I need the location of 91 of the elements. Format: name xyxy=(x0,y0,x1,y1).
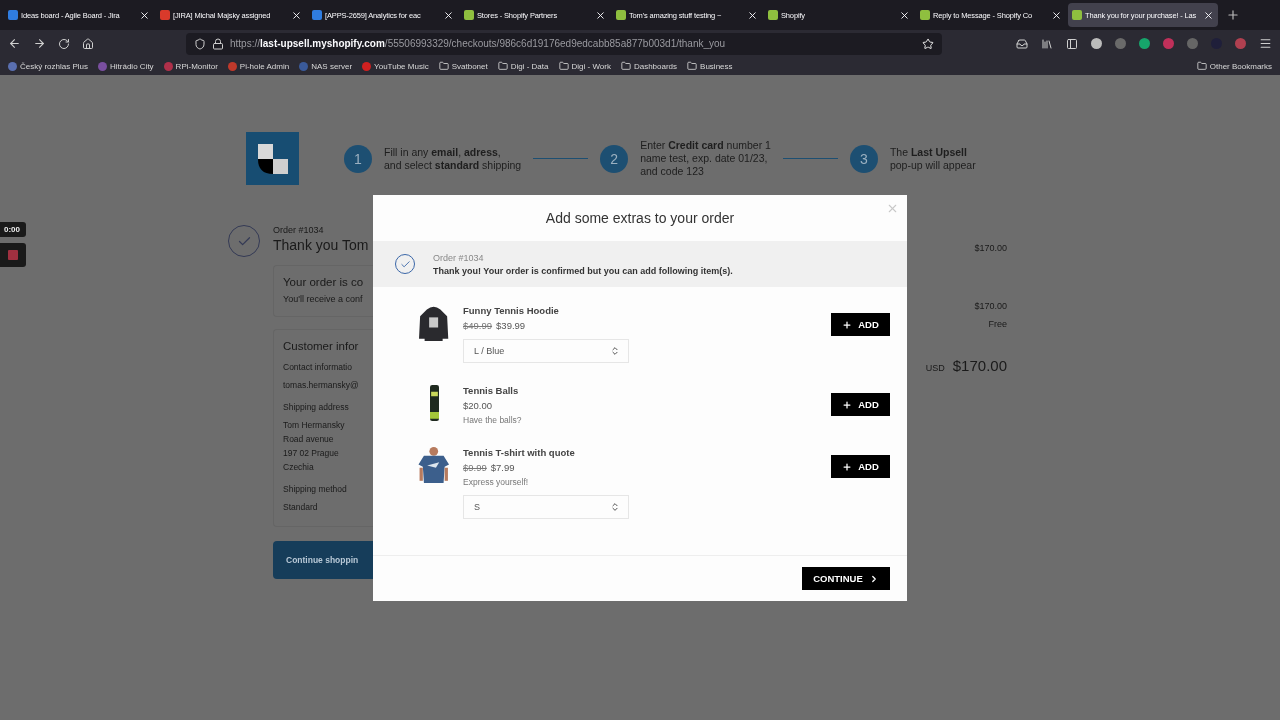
total-amount: $170.00 xyxy=(952,357,1007,374)
bookmark[interactable]: RPi-Monitor xyxy=(163,61,218,71)
close-icon[interactable] xyxy=(1051,9,1062,21)
folder-icon xyxy=(620,61,631,71)
bookmark[interactable]: Other Bookmarks xyxy=(1196,61,1272,71)
lock-icon xyxy=(212,37,224,50)
close-icon[interactable] xyxy=(139,9,150,21)
order-number: Order #1034 xyxy=(273,225,325,235)
recording-timer: 0:00 xyxy=(0,222,26,237)
shield-icon xyxy=(194,37,206,50)
tray-icon[interactable] xyxy=(1016,37,1028,50)
step-number: 3 xyxy=(849,144,878,173)
step-text: The Last Upsell pop-up will appear xyxy=(889,145,976,172)
add-button[interactable]: ADD xyxy=(831,455,890,478)
extension-icon[interactable] xyxy=(1091,38,1102,49)
stop-button[interactable] xyxy=(0,243,26,267)
section-text: Standard xyxy=(283,501,319,514)
bookmark[interactable]: Svatbonet xyxy=(438,61,488,71)
folder-icon xyxy=(1196,61,1207,71)
variant-select[interactable]: L / Blue xyxy=(463,339,629,363)
product-name: Tennis T-shirt with quote xyxy=(463,447,576,458)
bookmark[interactable]: Digi - Work xyxy=(558,61,611,71)
card-title: Your order is co xyxy=(283,276,365,288)
folder-icon xyxy=(438,61,449,71)
product-name: Funny Tennis Hoodie xyxy=(463,305,560,316)
bookmark[interactable]: Český rozhlas Plus xyxy=(8,61,89,71)
select-arrows-icon xyxy=(610,502,620,512)
product-description: Have the balls? xyxy=(463,415,523,425)
variant-select[interactable]: S xyxy=(463,495,629,519)
continue-button[interactable]: CONTINUE xyxy=(802,567,890,590)
bookmark[interactable]: Dashboards xyxy=(620,61,678,71)
card-title: Customer infor xyxy=(283,340,360,352)
summary-amount: $170.00 xyxy=(974,243,1007,253)
dialog-title: Add some extras to your order xyxy=(545,210,735,226)
add-button[interactable]: ADD xyxy=(831,313,890,336)
logo-icon xyxy=(246,132,299,185)
product-price: $20.00 xyxy=(463,400,493,411)
close-icon[interactable] xyxy=(899,9,910,21)
address-bar[interactable]: https://last-upsell.myshopify.com/55506993329/checkouts/986c6d19176ed9edcabb85a877b003d1/thank_you xyxy=(186,32,942,55)
home-icon[interactable] xyxy=(82,37,94,50)
star-icon[interactable] xyxy=(922,37,934,50)
step-number: 2 xyxy=(600,144,629,173)
sidebar-icon[interactable] xyxy=(1066,37,1078,50)
step-text: Fill in any email, adress, and select standard shipping xyxy=(384,145,522,172)
bookmark[interactable]: Pi-hole Admin xyxy=(227,61,290,71)
plus-icon xyxy=(842,399,853,410)
section-text: tomas.hermansky@ xyxy=(283,379,360,392)
card-text: You'll receive a conf xyxy=(283,294,364,304)
folder-icon xyxy=(497,61,508,71)
bookmark[interactable]: YouTube Music xyxy=(362,61,429,71)
summary-amount: Free xyxy=(988,319,1007,329)
currency: USD xyxy=(925,363,945,373)
section-label: Shipping address xyxy=(283,402,350,412)
product-price: $7.99 xyxy=(490,462,515,473)
bookmark[interactable]: Digi - Data xyxy=(497,61,549,71)
menu-icon[interactable] xyxy=(1259,37,1272,50)
product-price: $39.99 xyxy=(496,320,526,331)
close-icon[interactable] xyxy=(747,9,758,21)
old-price: $49.99 xyxy=(463,320,493,331)
close-icon[interactable] xyxy=(291,9,302,21)
new-tab-icon[interactable] xyxy=(1226,8,1240,22)
back-icon[interactable] xyxy=(8,37,21,50)
section-text: Tom Hermansky Road avenue 197 02 Prague Czechia xyxy=(283,419,346,474)
plus-icon xyxy=(842,319,853,330)
summary-amount: $170.00 xyxy=(974,301,1007,311)
reload-icon[interactable] xyxy=(58,37,70,50)
old-price: $9.99 xyxy=(463,462,487,473)
page-heading: Thank you Tom xyxy=(273,237,370,253)
folder-icon xyxy=(687,61,698,71)
forward-icon[interactable] xyxy=(33,37,46,50)
library-icon[interactable] xyxy=(1041,37,1053,50)
extension-icon[interactable] xyxy=(1139,38,1150,49)
folder-icon xyxy=(558,61,569,71)
confirmation-message: Thank you! Your order is confirmed but you can add following item(s). xyxy=(433,265,733,276)
section-label: Shipping method xyxy=(283,484,348,494)
product-description: Express yourself! xyxy=(463,477,530,487)
add-button[interactable]: ADD xyxy=(831,393,890,416)
bookmark[interactable]: NAS server xyxy=(299,61,353,71)
section-label: Contact informatio xyxy=(283,362,353,372)
product-name: Tennis Balls xyxy=(463,385,520,396)
bookmark[interactable]: Hitrádio City xyxy=(98,61,154,71)
close-icon[interactable] xyxy=(1203,9,1214,21)
plus-icon xyxy=(842,461,853,472)
select-arrows-icon xyxy=(610,346,620,356)
bookmark[interactable]: Business xyxy=(687,61,733,71)
continue-shopping-button[interactable]: Continue shoppin xyxy=(273,541,373,579)
close-icon[interactable] xyxy=(595,9,606,21)
close-icon[interactable] xyxy=(443,9,454,21)
order-number: Order #1034 xyxy=(433,252,485,263)
step-number: 1 xyxy=(344,144,372,173)
step-text: Enter Credit card number 1 name test, exp. date 01/23, and code 123 xyxy=(640,139,771,178)
